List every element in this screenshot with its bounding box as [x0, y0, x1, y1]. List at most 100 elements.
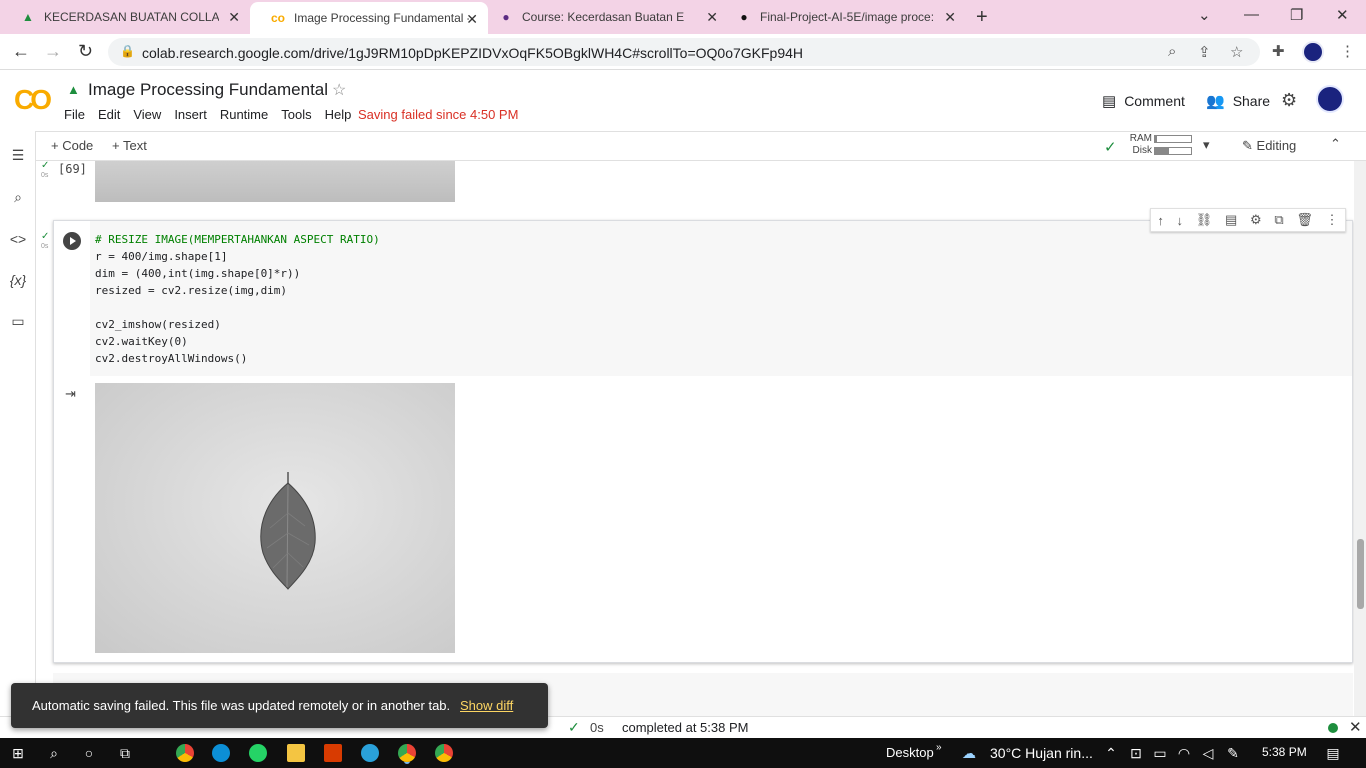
- pencil-icon: ✎: [1242, 138, 1253, 153]
- menu-view[interactable]: View: [133, 107, 161, 122]
- mirror-cell-icon[interactable]: ⧉: [1274, 212, 1283, 228]
- editing-mode-button[interactable]: ✎ Editing: [1242, 138, 1296, 154]
- pen-icon[interactable]: ✎: [1224, 744, 1242, 762]
- output-image: [95, 383, 455, 653]
- lock-icon[interactable]: 🔒: [120, 44, 135, 58]
- notebook-title[interactable]: Image Processing Fundamental: [88, 80, 328, 100]
- connection-status-dot: [1328, 723, 1338, 733]
- telegram-icon[interactable]: [361, 744, 379, 762]
- browser-tab-colab[interactable]: co Image Processing Fundamental - ✕: [250, 2, 488, 34]
- add-text-button[interactable]: + Text: [112, 138, 147, 153]
- browser-tab-github[interactable]: ● Final-Project-AI-5E/image proce: ✕: [716, 0, 966, 34]
- wps-office-icon[interactable]: [324, 744, 342, 762]
- chrome-profile-icon[interactable]: [435, 744, 453, 762]
- ram-usage-bar[interactable]: [1154, 135, 1192, 143]
- menu-file[interactable]: File: [64, 107, 85, 122]
- share-page-icon[interactable]: ⇪: [1198, 43, 1211, 61]
- colab-logo[interactable]: CO: [14, 84, 52, 116]
- profile-avatar[interactable]: [1302, 41, 1324, 63]
- settings-gear-icon[interactable]: ⚙: [1250, 212, 1262, 228]
- forward-icon[interactable]: →: [44, 41, 62, 62]
- url-omnibox[interactable]: 🔒 colab.research.google.com/drive/1gJ9RM…: [108, 38, 1260, 66]
- url-text[interactable]: colab.research.google.com/drive/1gJ9RM10…: [142, 45, 803, 61]
- cortana-icon[interactable]: ○: [80, 744, 98, 762]
- weather-text[interactable]: 30°C Hujan rin...: [990, 745, 1093, 761]
- account-avatar[interactable]: [1316, 85, 1344, 113]
- code-snippets-icon[interactable]: <>: [9, 231, 27, 247]
- add-code-button[interactable]: + Code: [51, 138, 93, 153]
- code-cell[interactable]: # RESIZE IMAGE(MEMPERTAHANKAN ASPECT RAT…: [53, 208, 1353, 663]
- wifi-icon[interactable]: ◠: [1175, 744, 1193, 762]
- code-editor[interactable]: # RESIZE IMAGE(MEMPERTAHANKAN ASPECT RAT…: [90, 221, 1352, 376]
- comment-icon[interactable]: ▤: [1225, 212, 1237, 228]
- resources-labels[interactable]: RAM Disk: [1124, 133, 1152, 157]
- menu-bar: File Edit View Insert Runtime Tools Help: [64, 107, 364, 122]
- collapse-header-icon[interactable]: ⌃: [1330, 136, 1341, 152]
- browser-tab-drive[interactable]: ▲ KECERDASAN BUATAN COLLABS ✕: [0, 0, 250, 34]
- run-cell-button[interactable]: [63, 232, 81, 250]
- code-text[interactable]: # RESIZE IMAGE(MEMPERTAHANKAN ASPECT RAT…: [95, 231, 380, 367]
- search-icon[interactable]: ⌕: [45, 744, 63, 762]
- file-explorer-icon[interactable]: [287, 744, 305, 762]
- runtime-dropdown-icon[interactable]: ▾: [1203, 137, 1210, 153]
- close-icon[interactable]: ✕: [1349, 718, 1362, 736]
- tab-title: Course: Kecerdasan Buatan E: [522, 10, 685, 24]
- volume-icon[interactable]: ◁: [1199, 744, 1217, 762]
- tab-search-icon[interactable]: ⌄: [1198, 6, 1211, 24]
- disk-usage-bar[interactable]: [1154, 147, 1192, 155]
- restore-icon[interactable]: ❐: [1290, 6, 1303, 24]
- move-up-icon[interactable]: ↑: [1157, 213, 1164, 228]
- battery-icon[interactable]: ▭: [1151, 744, 1169, 762]
- minimize-icon[interactable]: —: [1244, 6, 1259, 23]
- edge-icon[interactable]: [212, 744, 230, 762]
- menu-tools[interactable]: Tools: [281, 107, 311, 122]
- new-tab-icon[interactable]: +: [976, 6, 988, 29]
- delete-icon[interactable]: 🗑: [1296, 212, 1313, 228]
- scrollbar-thumb[interactable]: [1357, 539, 1364, 609]
- share-button[interactable]: 👥 Share: [1206, 92, 1270, 110]
- back-icon[interactable]: ←: [12, 41, 30, 62]
- files-folder-icon[interactable]: ▭: [9, 313, 27, 330]
- bookmark-star-icon[interactable]: ☆: [1230, 43, 1243, 61]
- move-down-icon[interactable]: ↓: [1177, 213, 1184, 228]
- more-options-icon[interactable]: ⋮: [1326, 212, 1339, 228]
- show-diff-link[interactable]: Show diff: [460, 698, 513, 713]
- chrome-icon[interactable]: [176, 744, 194, 762]
- windows-start-icon[interactable]: ⊞: [9, 744, 27, 762]
- output-action-icon[interactable]: ⇥: [65, 386, 76, 402]
- table-of-contents-icon[interactable]: ☰: [9, 147, 27, 164]
- settings-gear-icon[interactable]: ⚙: [1281, 90, 1297, 111]
- menu-edit[interactable]: Edit: [98, 107, 120, 122]
- extensions-icon[interactable]: ✚: [1272, 42, 1285, 60]
- chrome-active-icon[interactable]: [398, 744, 416, 762]
- link-icon[interactable]: ⛓: [1196, 212, 1213, 228]
- chevron-right-icon[interactable]: »: [936, 742, 942, 753]
- browser-tab-course[interactable]: ● Course: Kecerdasan Buatan E ✕: [478, 0, 728, 34]
- close-icon[interactable]: ✕: [944, 9, 956, 26]
- clock[interactable]: 5:38 PM: [1262, 745, 1307, 759]
- close-icon[interactable]: ✕: [228, 9, 240, 26]
- close-icon[interactable]: ✕: [466, 11, 478, 28]
- zoom-icon[interactable]: ⌕: [1168, 43, 1176, 60]
- notifications-icon[interactable]: ▤: [1324, 744, 1342, 762]
- weather-cloud-icon[interactable]: ☁: [960, 744, 978, 762]
- chevron-up-icon[interactable]: ⌃: [1102, 744, 1120, 762]
- google-drive-icon[interactable]: ▲: [67, 82, 80, 97]
- whatsapp-icon[interactable]: [249, 744, 267, 762]
- desktop-toolbar-label[interactable]: Desktop: [886, 745, 934, 760]
- star-icon[interactable]: ☆: [332, 80, 346, 100]
- completed-status[interactable]: completed at 5:38 PM: [622, 720, 748, 735]
- reload-icon[interactable]: ↻: [78, 41, 93, 62]
- menu-runtime[interactable]: Runtime: [220, 107, 268, 122]
- menu-help[interactable]: Help: [325, 107, 352, 122]
- comment-button[interactable]: ▤ Comment: [1102, 92, 1185, 110]
- notebook-scrollbar[interactable]: [1354, 161, 1366, 716]
- search-icon[interactable]: ⌕: [9, 189, 27, 206]
- save-status[interactable]: Saving failed since 4:50 PM: [358, 107, 518, 122]
- window-close-icon[interactable]: ✕: [1336, 6, 1349, 24]
- task-view-icon[interactable]: ⧉: [116, 744, 134, 762]
- network-device-icon[interactable]: ⊡: [1127, 744, 1145, 762]
- menu-insert[interactable]: Insert: [174, 107, 207, 122]
- browser-menu-icon[interactable]: ⋮: [1340, 42, 1355, 60]
- variables-icon[interactable]: {x}: [9, 272, 27, 288]
